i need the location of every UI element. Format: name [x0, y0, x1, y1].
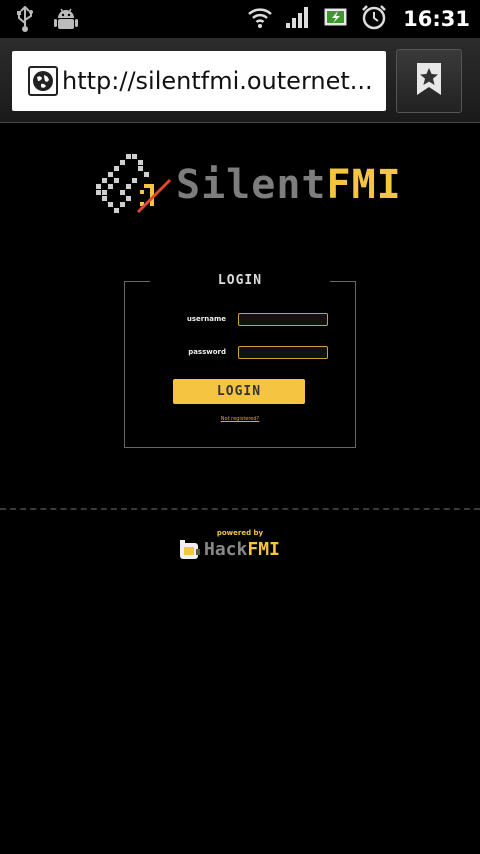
- fmi-text: FMI: [247, 539, 280, 560]
- wifi-icon: [247, 5, 273, 33]
- browser-toolbar: http://silentfmi.outernet...: [0, 38, 480, 123]
- logo-wordmark: SilentFMI: [176, 150, 402, 220]
- android-debug-icon: [54, 6, 78, 36]
- username-label: username: [186, 315, 226, 323]
- status-bar: 16:31: [0, 0, 480, 38]
- login-legend: LOGIN: [150, 272, 330, 290]
- globe-icon: [28, 66, 58, 96]
- alarm-icon: [361, 4, 387, 34]
- powered-by-label: powered by: [216, 529, 264, 537]
- register-link[interactable]: Not registered?: [200, 416, 280, 422]
- url-bar[interactable]: http://silentfmi.outernet...: [12, 51, 386, 111]
- username-input[interactable]: [238, 313, 328, 326]
- password-input[interactable]: [238, 346, 328, 359]
- hackfmi-logo: HackFMI: [178, 537, 302, 563]
- signal-icon: [285, 5, 311, 33]
- login-form: [124, 281, 356, 448]
- login-button[interactable]: LOGIN: [173, 379, 305, 404]
- battery-charging-icon: [323, 5, 349, 33]
- silentfmi-logo: SilentFMI: [88, 150, 401, 220]
- logo-silent-text: Silent: [176, 162, 327, 208]
- url-text[interactable]: http://silentfmi.outernet...: [62, 67, 380, 95]
- star-bookmark-icon: [414, 61, 444, 101]
- dashed-divider: [0, 508, 480, 510]
- bookmark-button[interactable]: [396, 49, 462, 113]
- usb-icon: [14, 5, 36, 36]
- hackfmi-wordmark: HackFMI: [204, 537, 280, 563]
- clock: 16:31: [403, 7, 470, 31]
- hack-text: Hack: [204, 539, 248, 560]
- password-label: password: [188, 348, 226, 356]
- logo-fmi-text: FMI: [326, 162, 402, 208]
